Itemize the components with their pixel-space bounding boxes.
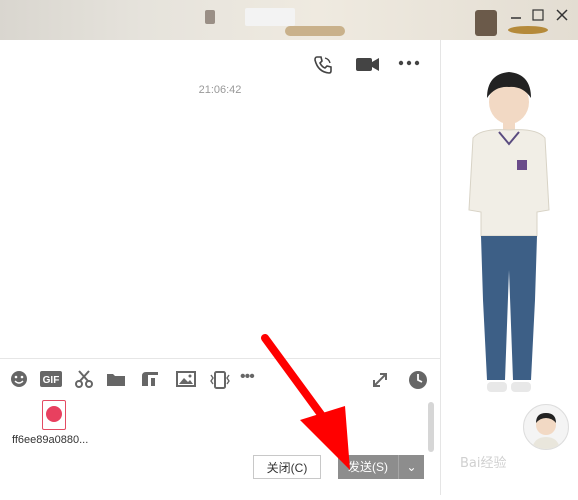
annotation-arrow — [261, 334, 350, 470]
